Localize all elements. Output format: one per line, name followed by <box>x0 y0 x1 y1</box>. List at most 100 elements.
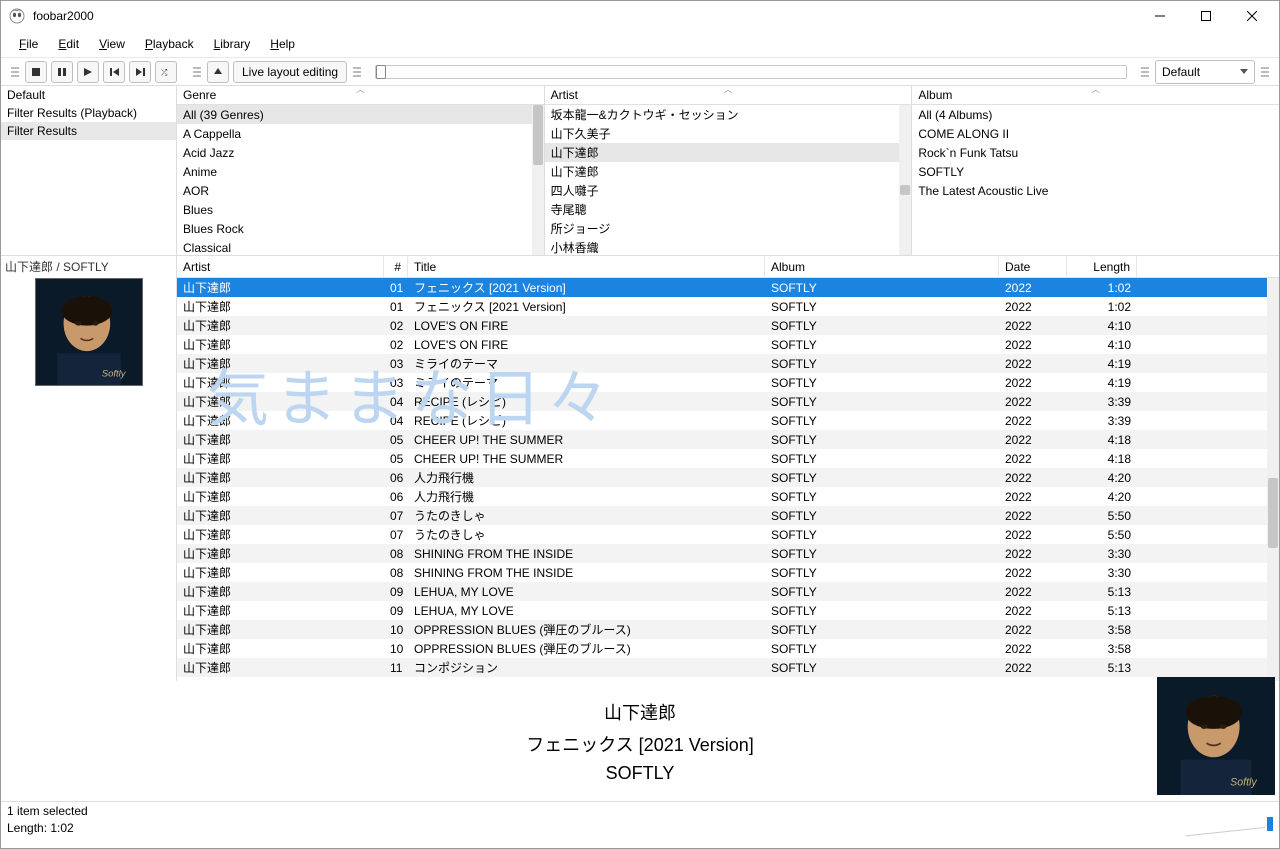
sidebar-item[interactable]: Filter Results <box>1 122 176 140</box>
table-row[interactable]: 山下達郎11コンポジションSOFTLY20225:13 <box>177 658 1279 677</box>
filter-item[interactable]: All (39 Genres) <box>177 105 544 124</box>
stop-button[interactable] <box>25 61 47 83</box>
volume-control[interactable] <box>1185 815 1275 833</box>
random-button[interactable]: ⤮ <box>155 61 177 83</box>
filter-item[interactable]: The Latest Acoustic Live <box>912 181 1279 200</box>
menu-edit[interactable]: Edit <box>48 33 89 55</box>
filter-item[interactable]: A Cappella <box>177 124 544 143</box>
filter-item[interactable]: 所ジョージ <box>545 219 912 238</box>
filter-item[interactable]: Acid Jazz <box>177 143 544 162</box>
table-row[interactable]: 山下達郎03ミライのテーマSOFTLY20224:19 <box>177 373 1279 392</box>
filter-item[interactable]: 寺尾聰 <box>545 200 912 219</box>
filter-item[interactable]: Blues Rock <box>177 219 544 238</box>
genre-header[interactable]: Genre ︿ <box>177 86 544 105</box>
filter-item[interactable]: 山下達郎 <box>545 143 912 162</box>
play-button[interactable] <box>77 61 99 83</box>
seek-bar[interactable] <box>375 65 1127 79</box>
sort-asc-icon: ︿ <box>356 86 364 95</box>
toolbar-grip-5[interactable] <box>1261 61 1269 83</box>
genre-scrollbar[interactable] <box>532 105 544 255</box>
toolbar-grip-3[interactable] <box>353 61 361 83</box>
seek-thumb[interactable] <box>376 65 386 79</box>
close-button[interactable] <box>1229 1 1275 31</box>
table-row[interactable]: 山下達郎09LEHUA, MY LOVESOFTLY20225:13 <box>177 582 1279 601</box>
menubar: File Edit View Playback Library Help <box>1 31 1279 57</box>
table-row[interactable]: 山下達郎02LOVE'S ON FIRESOFTLY20224:10 <box>177 335 1279 354</box>
menu-help[interactable]: Help <box>260 33 305 55</box>
table-row[interactable]: 山下達郎09LEHUA, MY LOVESOFTLY20225:13 <box>177 601 1279 620</box>
col-date[interactable]: Date <box>999 256 1067 277</box>
table-row[interactable]: 山下達郎04RECIPE (レシピ)SOFTLY20223:39 <box>177 411 1279 430</box>
prev-button[interactable] <box>103 61 125 83</box>
grid-scrollbar[interactable] <box>1267 278 1279 681</box>
album-art-panel: 山下達郎 / SOFTLY Softly <box>1 256 177 681</box>
filter-item[interactable]: 坂本龍一&カクトウギ・セッション <box>545 105 912 124</box>
status-length: Length: 1:02 <box>7 821 1273 838</box>
filter-item[interactable]: Rock`n Funk Tatsu <box>912 143 1279 162</box>
pause-button[interactable] <box>51 61 73 83</box>
order-dropdown[interactable]: Default <box>1155 60 1255 84</box>
filter-item[interactable]: AOR <box>177 181 544 200</box>
status-selection: 1 item selected <box>7 804 1273 821</box>
table-row[interactable]: 山下達郎07うたのきしゃSOFTLY20225:50 <box>177 525 1279 544</box>
status-bar: 1 item selected Length: 1:02 <box>1 801 1279 837</box>
filter-item[interactable]: 山下久美子 <box>545 124 912 143</box>
layout-up-button[interactable] <box>207 61 229 83</box>
titlebar: foobar2000 <box>1 1 1279 31</box>
filter-item[interactable]: COME ALONG II <box>912 124 1279 143</box>
col-title[interactable]: Title <box>408 256 765 277</box>
table-row[interactable]: 山下達郎08SHINING FROM THE INSIDESOFTLY20223… <box>177 563 1279 582</box>
col-track[interactable]: # <box>384 256 408 277</box>
filter-item[interactable]: All (4 Albums) <box>912 105 1279 124</box>
maximize-button[interactable] <box>1183 1 1229 31</box>
playlist-grid: Artist # Title Album Date Length 気ままな日々 … <box>177 256 1279 681</box>
table-row[interactable]: 山下達郎07うたのきしゃSOFTLY20225:50 <box>177 506 1279 525</box>
table-row[interactable]: 山下達郎06人力飛行機SOFTLY20224:20 <box>177 487 1279 506</box>
sidebar-item[interactable]: Filter Results (Playback) <box>1 104 176 122</box>
next-button[interactable] <box>129 61 151 83</box>
menu-file[interactable]: File <box>9 33 48 55</box>
col-album[interactable]: Album <box>765 256 999 277</box>
table-row[interactable]: 山下達郎04RECIPE (レシピ)SOFTLY20223:39 <box>177 392 1279 411</box>
filter-item[interactable]: SOFTLY <box>912 162 1279 181</box>
sidebar-item[interactable]: Default <box>1 86 176 104</box>
playlist-selector: DefaultFilter Results (Playback)Filter R… <box>1 86 177 255</box>
live-layout-editing-button[interactable]: Live layout editing <box>233 61 347 83</box>
menu-view[interactable]: View <box>89 33 135 55</box>
table-row[interactable]: 山下達郎01フェニックス [2021 Version]SOFTLY20221:0… <box>177 278 1279 297</box>
filter-item[interactable]: Blues <box>177 200 544 219</box>
filter-item[interactable]: Anime <box>177 162 544 181</box>
filter-item[interactable]: Classical <box>177 238 544 255</box>
album-header[interactable]: Album ︿ <box>912 86 1279 105</box>
table-row[interactable]: 山下達郎02LOVE'S ON FIRESOFTLY20224:10 <box>177 316 1279 335</box>
table-row[interactable]: 山下達郎06人力飛行機SOFTLY20224:20 <box>177 468 1279 487</box>
table-row[interactable]: 山下達郎08SHINING FROM THE INSIDESOFTLY20223… <box>177 544 1279 563</box>
order-value: Default <box>1162 65 1240 79</box>
table-row[interactable]: 山下達郎05CHEER UP! THE SUMMERSOFTLY20224:18 <box>177 449 1279 468</box>
sort-asc-icon: ︿ <box>724 86 732 95</box>
artist-header[interactable]: Artist ︿ <box>545 86 912 105</box>
table-row[interactable]: 山下達郎10OPPRESSION BLUES (弾圧のブルース)SOFTLY20… <box>177 639 1279 658</box>
album-filter: Album ︿ All (4 Albums)COME ALONG IIRock`… <box>912 86 1279 255</box>
menu-library[interactable]: Library <box>204 33 261 55</box>
toolbar-grip[interactable] <box>11 61 19 83</box>
window-title: foobar2000 <box>31 9 1137 23</box>
filter-item[interactable]: 四人囃子 <box>545 181 912 200</box>
col-length[interactable]: Length <box>1067 256 1137 277</box>
toolbar-grip-4[interactable] <box>1141 61 1149 83</box>
filter-item[interactable]: 小林香織 <box>545 238 912 255</box>
table-row[interactable]: 山下達郎03ミライのテーマSOFTLY20224:19 <box>177 354 1279 373</box>
menu-playback[interactable]: Playback <box>135 33 204 55</box>
np-artist: 山下達郎 <box>1 696 1279 728</box>
artist-filter: Artist ︿ 坂本龍一&カクトウギ・セッション山下久美子山下達郎山下達郎四人… <box>545 86 913 255</box>
table-row[interactable]: 山下達郎01フェニックス [2021 Version]SOFTLY20221:0… <box>177 297 1279 316</box>
svg-text:Softly: Softly <box>1230 777 1257 789</box>
genre-filter: Genre ︿ All (39 Genres)A CappellaAcid Ja… <box>177 86 545 255</box>
toolbar-grip-2[interactable] <box>193 61 201 83</box>
artist-scrollbar[interactable] <box>899 105 911 255</box>
col-artist[interactable]: Artist <box>177 256 384 277</box>
minimize-button[interactable] <box>1137 1 1183 31</box>
table-row[interactable]: 山下達郎10OPPRESSION BLUES (弾圧のブルース)SOFTLY20… <box>177 620 1279 639</box>
table-row[interactable]: 山下達郎05CHEER UP! THE SUMMERSOFTLY20224:18 <box>177 430 1279 449</box>
filter-item[interactable]: 山下達郎 <box>545 162 912 181</box>
